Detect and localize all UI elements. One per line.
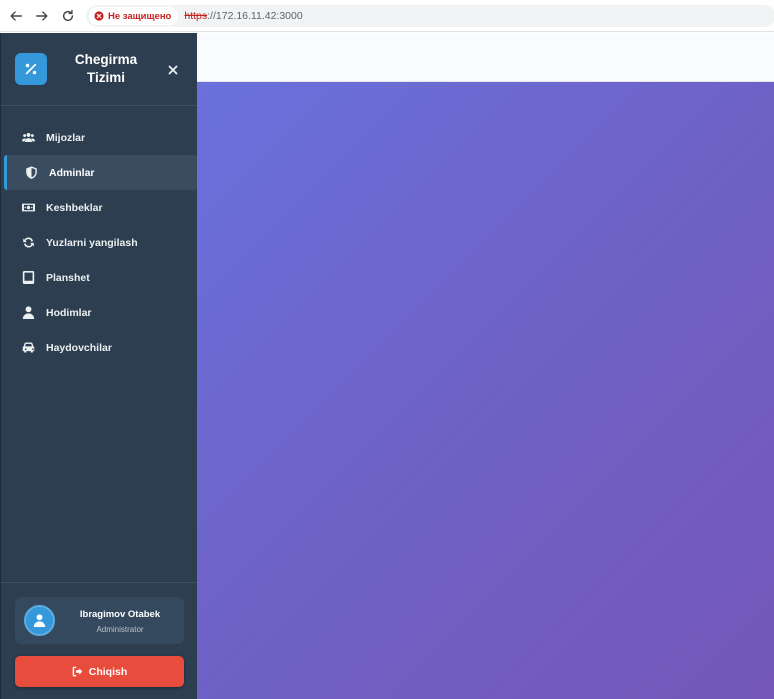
- brand-line-2: Tizimi: [86, 70, 125, 85]
- sidebar: Chegirma Tizimi Mijozlar Adminlar Keshbe…: [0, 33, 198, 699]
- money-icon: [20, 200, 36, 216]
- shield-icon: [23, 165, 39, 181]
- url-text[interactable]: https://172.16.11.42:3000: [184, 10, 302, 22]
- top-navbar: [197, 33, 774, 82]
- sidebar-item-planshet[interactable]: Planshet: [1, 260, 198, 295]
- sidebar-item-haydovchilar[interactable]: Haydovchilar: [1, 330, 198, 365]
- reload-button[interactable]: [57, 5, 79, 27]
- sidebar-item-keshbeklar[interactable]: Keshbeklar: [1, 190, 198, 225]
- browser-toolbar: Не защищено https://172.16.11.42:3000: [0, 0, 774, 32]
- logo: [15, 53, 47, 85]
- user-name: Ibragimov Otabek: [79, 609, 161, 620]
- arrow-left-icon: [10, 10, 22, 21]
- logout-label: Chiqish: [88, 665, 128, 678]
- brand-line-1: Chegirma: [74, 52, 138, 67]
- close-icon: [168, 65, 178, 75]
- forward-button[interactable]: [31, 5, 53, 27]
- sidebar-item-label: Hodimlar: [46, 306, 92, 319]
- sidebar-item-mijozlar[interactable]: Mijozlar: [1, 120, 198, 155]
- sidebar-item-adminlar[interactable]: Adminlar: [4, 155, 197, 190]
- sidebar-footer: Ibragimov Otabek Administrator Chiqish: [1, 582, 198, 699]
- tablet-icon: [20, 270, 36, 286]
- user-card: Ibragimov Otabek Administrator: [15, 597, 184, 644]
- sidebar-menu: Mijozlar Adminlar Keshbeklar Yuzlarni ya…: [1, 120, 198, 365]
- security-label: Не защищено: [108, 10, 172, 22]
- url-host: ://172.16.11.42:3000: [207, 10, 303, 22]
- sidebar-item-label: Adminlar: [49, 166, 95, 179]
- warning-icon: [94, 11, 104, 21]
- refresh-icon: [20, 235, 36, 251]
- logout-button[interactable]: Chiqish: [15, 656, 184, 687]
- user-role: Administrator: [96, 625, 144, 634]
- arrow-right-icon: [36, 10, 48, 21]
- sidebar-close-button[interactable]: [167, 63, 179, 75]
- sidebar-item-label: Mijozlar: [46, 131, 86, 144]
- reload-icon: [62, 9, 74, 21]
- address-bar[interactable]: Не защищено https://172.16.11.42:3000: [86, 5, 774, 27]
- car-icon: [20, 340, 36, 356]
- sidebar-item-hodimlar[interactable]: Hodimlar: [1, 295, 198, 330]
- url-scheme: https: [184, 10, 208, 22]
- users-icon: [20, 130, 36, 146]
- sidebar-item-label: Haydovchilar: [46, 341, 112, 354]
- sidebar-item-label: Yuzlarni yangilash: [46, 236, 138, 249]
- main-content: [197, 82, 774, 699]
- user-avatar-icon: [33, 614, 46, 627]
- sidebar-item-label: Keshbeklar: [46, 201, 103, 214]
- sign-out-icon: [72, 666, 83, 677]
- sidebar-item-label: Planshet: [46, 271, 90, 284]
- brand-title: Chegirma Tizimi: [61, 51, 151, 87]
- security-chip[interactable]: Не защищено: [89, 7, 179, 25]
- user-icon: [20, 305, 36, 321]
- sidebar-header: Chegirma Tizimi: [1, 33, 197, 106]
- percent-icon: [25, 63, 37, 75]
- sidebar-item-yuzlarni-yangilash[interactable]: Yuzlarni yangilash: [1, 225, 198, 260]
- avatar: [24, 605, 55, 636]
- back-button[interactable]: [5, 5, 27, 27]
